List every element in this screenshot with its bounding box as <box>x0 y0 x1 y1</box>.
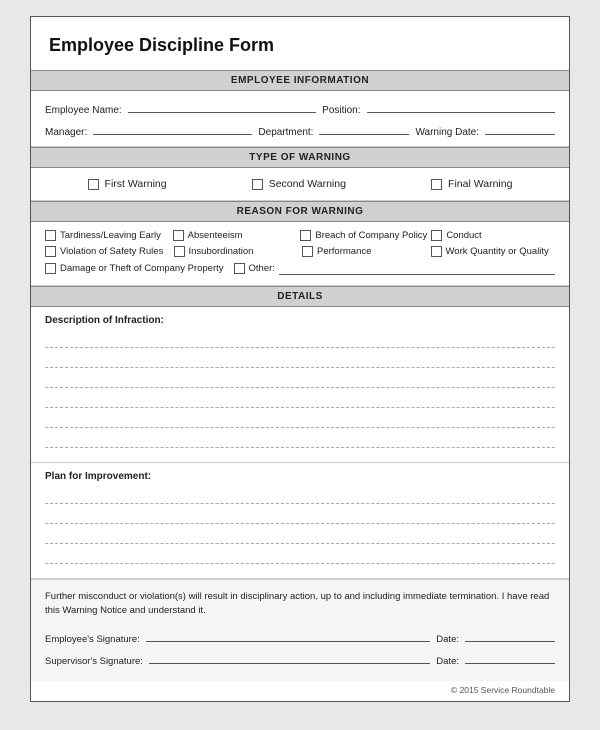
supervisor-sig-row: Supervisor's Signature: Date: <box>45 651 555 667</box>
position-field[interactable] <box>367 99 555 113</box>
first-warning-option[interactable]: First Warning <box>88 178 167 190</box>
work-quantity-label: Work Quantity or Quality <box>446 246 549 257</box>
employee-sig-field[interactable] <box>146 629 431 642</box>
absenteeism-checkbox[interactable] <box>173 230 184 241</box>
copyright-text: © 2015 Service Roundtable <box>31 681 569 701</box>
type-of-warning-header: TYPE OF WARNING <box>31 147 569 168</box>
supervisor-sig-field[interactable] <box>149 651 430 664</box>
department-field[interactable] <box>319 121 409 135</box>
tardiness-option[interactable]: Tardiness/Leaving Early <box>45 230 169 241</box>
infraction-line-2[interactable] <box>45 352 555 368</box>
reason-row-1: Tardiness/Leaving Early Absenteeism Brea… <box>45 230 555 241</box>
improvement-line-1[interactable] <box>45 488 555 504</box>
conduct-option[interactable]: Conduct <box>431 230 555 241</box>
employee-info-header: EMPLOYEE INFORMATION <box>31 70 569 91</box>
performance-label: Performance <box>317 246 371 257</box>
absenteeism-option[interactable]: Absenteeism <box>173 230 297 241</box>
tardiness-label: Tardiness/Leaving Early <box>60 230 161 241</box>
conduct-checkbox[interactable] <box>431 230 442 241</box>
name-position-row: Employee Name: Position: <box>45 99 555 116</box>
final-warning-label: Final Warning <box>448 178 512 190</box>
employee-sig-row: Employee's Signature: Date: <box>45 629 555 645</box>
infraction-label: Description of Infraction: <box>45 315 555 326</box>
warning-date-label: Warning Date: <box>415 127 479 138</box>
absenteeism-label: Absenteeism <box>188 230 243 241</box>
date-field-2[interactable] <box>465 651 555 664</box>
first-warning-checkbox[interactable] <box>88 179 99 190</box>
other-field[interactable] <box>279 262 555 275</box>
reason-row-2: Violation of Safety Rules Insubordinatio… <box>45 246 555 257</box>
date-field-1[interactable] <box>465 629 555 642</box>
warning-type-section: First Warning Second Warning Final Warni… <box>31 168 569 201</box>
manager-field[interactable] <box>93 121 252 135</box>
other-checkbox[interactable] <box>234 263 245 274</box>
improvement-line-4[interactable] <box>45 548 555 564</box>
position-label: Position: <box>322 105 360 116</box>
final-warning-checkbox[interactable] <box>431 179 442 190</box>
reason-header: REASON FOR WARNING <box>31 201 569 222</box>
damage-checkbox[interactable] <box>45 263 56 274</box>
department-label: Department: <box>258 127 313 138</box>
warning-date-field[interactable] <box>485 121 555 135</box>
improvement-line-2[interactable] <box>45 508 555 524</box>
safety-option[interactable]: Violation of Safety Rules <box>45 246 170 257</box>
form-container: Employee Discipline Form EMPLOYEE INFORM… <box>30 16 570 702</box>
insubordination-label: Insubordination <box>189 246 254 257</box>
improvement-label: Plan for Improvement: <box>45 471 555 482</box>
conduct-label: Conduct <box>446 230 481 241</box>
supervisor-sig-label: Supervisor's Signature: <box>45 656 143 667</box>
reason-section: Tardiness/Leaving Early Absenteeism Brea… <box>31 222 569 286</box>
infraction-line-1[interactable] <box>45 332 555 348</box>
employee-name-label: Employee Name: <box>45 105 122 116</box>
work-quantity-checkbox[interactable] <box>431 246 442 257</box>
details-header: DETAILS <box>31 286 569 307</box>
date-label-2: Date: <box>436 656 459 667</box>
breach-option[interactable]: Breach of Company Policy <box>300 230 427 241</box>
damage-label: Damage or Theft of Company Property <box>60 263 224 274</box>
form-title: Employee Discipline Form <box>31 17 569 70</box>
reason-row-3: Damage or Theft of Company Property Othe… <box>45 262 555 275</box>
employee-info-section: Employee Name: Position: Manager: Depart… <box>31 91 569 147</box>
breach-checkbox[interactable] <box>300 230 311 241</box>
improvement-line-3[interactable] <box>45 528 555 544</box>
improvement-section: Plan for Improvement: <box>31 463 569 579</box>
damage-option[interactable]: Damage or Theft of Company Property <box>45 263 224 274</box>
safety-label: Violation of Safety Rules <box>60 246 163 257</box>
other-option[interactable]: Other: <box>234 262 555 275</box>
safety-checkbox[interactable] <box>45 246 56 257</box>
employee-name-field[interactable] <box>128 99 316 113</box>
footer-section: Further misconduct or violation(s) will … <box>31 579 569 681</box>
footer-text-content: Further misconduct or violation(s) will … <box>45 591 549 616</box>
tardiness-checkbox[interactable] <box>45 230 56 241</box>
footer-notice: Further misconduct or violation(s) will … <box>45 590 555 619</box>
second-warning-checkbox[interactable] <box>252 179 263 190</box>
second-warning-option[interactable]: Second Warning <box>252 178 346 190</box>
manager-label: Manager: <box>45 127 87 138</box>
employee-sig-label: Employee's Signature: <box>45 634 140 645</box>
breach-label: Breach of Company Policy <box>315 230 427 241</box>
insubordination-checkbox[interactable] <box>174 246 185 257</box>
work-quantity-option[interactable]: Work Quantity or Quality <box>431 246 556 257</box>
insubordination-option[interactable]: Insubordination <box>174 246 299 257</box>
date-label-1: Date: <box>436 634 459 645</box>
infraction-line-5[interactable] <box>45 412 555 428</box>
performance-checkbox[interactable] <box>302 246 313 257</box>
infraction-line-4[interactable] <box>45 392 555 408</box>
infraction-section: Description of Infraction: <box>31 307 569 463</box>
final-warning-option[interactable]: Final Warning <box>431 178 512 190</box>
other-label: Other: <box>249 263 275 274</box>
infraction-line-6[interactable] <box>45 432 555 448</box>
manager-dept-row: Manager: Department: Warning Date: <box>45 121 555 138</box>
first-warning-label: First Warning <box>105 178 167 190</box>
performance-option[interactable]: Performance <box>302 246 427 257</box>
second-warning-label: Second Warning <box>269 178 346 190</box>
infraction-line-3[interactable] <box>45 372 555 388</box>
